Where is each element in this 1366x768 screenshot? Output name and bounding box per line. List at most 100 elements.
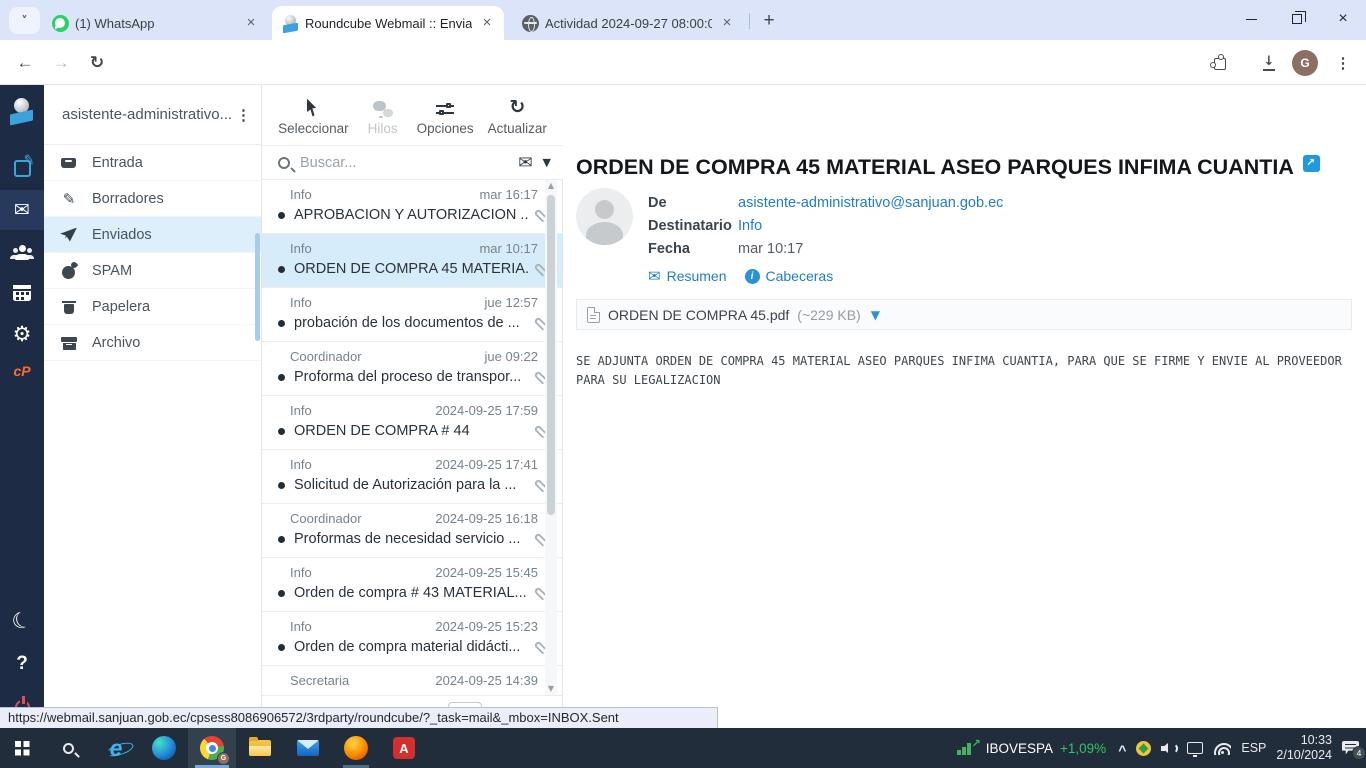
message-list-item[interactable]: Coordinador jue 09:22 Proforma del proce… [262,342,562,396]
volume-icon[interactable] [1161,742,1179,755]
refresh-button[interactable]: ↻ Actualizar [488,95,547,136]
minimize-button[interactable] [1228,0,1274,38]
help-button[interactable]: ? [0,644,44,684]
action-center-button[interactable]: 4 [1342,740,1366,760]
scrollbar-thumb[interactable] [547,195,555,515]
contacts-nav-button[interactable] [0,232,44,272]
taskbar-search-button[interactable] [44,728,92,768]
firefox-button[interactable] [332,728,380,768]
restore-button[interactable] [1274,0,1320,38]
stock-widget[interactable]: ↗ IBOVESPA +1,09% [957,737,1106,756]
back-button[interactable]: ← [12,50,38,76]
file-explorer-button[interactable] [236,728,284,768]
dark-mode-button[interactable]: ☾ [0,602,44,642]
start-button[interactable] [0,728,44,768]
summary-link[interactable]: ✉ Resumen [648,267,727,285]
unread-dot [278,589,285,597]
extensions-button[interactable] [1206,50,1232,76]
tray-expand-icon[interactable]: ^ [1118,742,1126,758]
system-tray: ↗ IBOVESPA +1,09% ^ ESP 10:33 2/10/2024 4 [957,728,1366,768]
message-list-item[interactable]: Info mar 16:17 APROBACION Y AUTORIZACION… [262,180,562,234]
message-sender: Info [290,619,312,634]
select-button[interactable]: Seleccionar [278,95,349,136]
downloads-button[interactable]: ↓ [1256,50,1282,76]
close-tab-icon[interactable]: × [478,14,496,32]
close-window-button[interactable]: × [1320,0,1366,38]
calendar-nav-button[interactable] [0,273,44,313]
tab-whatsapp[interactable]: (1) WhatsApp × [42,6,268,40]
clock[interactable]: 10:33 2/10/2024 [1276,733,1332,763]
tab-search-button[interactable]: ˅ [9,7,40,34]
compose-button[interactable] [0,148,44,188]
new-tab-button[interactable]: + [756,8,782,34]
contacts-icon [10,244,34,260]
internet-explorer-button[interactable]: e [92,728,140,768]
message-list-item[interactable]: Info 2024-09-25 15:45 Orden de compra # … [262,558,562,612]
roundcube-logo-icon[interactable] [0,90,44,130]
message-list-item[interactable]: Info jue 12:57 probación de los document… [262,288,562,342]
display-icon[interactable] [1187,742,1204,757]
threads-button[interactable]: Hilos [363,95,403,136]
chrome-button[interactable]: G [188,728,236,768]
settings-nav-button[interactable]: ⚙ [0,314,44,354]
screen: ˅ (1) WhatsApp × Roundcube Webmail :: En… [0,0,1366,768]
scroll-down-icon[interactable]: ▼ [545,683,557,695]
message-list-item[interactable]: Info 2024-09-25 15:23 Orden de compra ma… [262,612,562,666]
search-options-caret-icon[interactable]: ▼ [543,156,551,169]
attachment-filename[interactable]: ORDEN DE COMPRA 45.pdf [608,307,789,323]
message-list-item[interactable]: Coordinador 2024-09-25 16:18 Proformas d… [262,504,562,558]
edge-button[interactable] [140,728,188,768]
acrobat-button[interactable]: A [380,728,428,768]
cpanel-button[interactable]: cP [0,351,44,391]
headers-link[interactable]: i Cabeceras [744,268,833,284]
message-list-item[interactable]: Info 2024-09-25 17:59 ORDEN DE COMPRA # … [262,396,562,450]
pencil-icon: ✎ [62,189,76,208]
folder-scrollbar-thumb[interactable] [255,233,260,341]
browser-menu-button[interactable]: ⋮ [1330,50,1356,76]
folder-archivo[interactable]: Archivo [44,325,261,361]
folder-papelera[interactable]: Papelera [44,289,261,325]
coin-icon[interactable] [1136,740,1152,756]
mail-icon [297,740,319,756]
message-list-item[interactable]: Info mar 10:17 ORDEN DE COMPRA 45 MATERI… [262,234,562,288]
unread-dot [278,373,285,381]
question-icon: ? [16,653,28,674]
reload-button[interactable]: ↻ [84,50,110,76]
from-address-link[interactable]: asistente-administrativo@sanjuan.gob.ec [738,192,1003,215]
folder-spam[interactable]: SPAM [44,253,261,289]
message-scope-icon[interactable]: ✉ [518,153,532,173]
attachment-menu-caret-icon[interactable]: ▼ [871,308,880,322]
folder-borradores[interactable]: ✎ Borradores [44,181,261,217]
profile-button[interactable]: G [1292,50,1318,76]
folder-enviados[interactable]: Enviados [44,217,261,253]
options-button[interactable]: Opciones [417,95,474,136]
browser-toolbar: ← → ↻ webmail.sanjuan.gob.ec/cpsess80869… [0,40,1366,118]
avatar: G [1292,50,1318,76]
message-list-item[interactable]: Secretaria 2024-09-25 14:39 [262,666,562,695]
close-tab-icon[interactable]: × [242,14,260,32]
message-list-item[interactable]: Info 2024-09-25 17:41 Solicitud de Autor… [262,450,562,504]
scroll-up-icon[interactable]: ▲ [545,180,557,192]
message-subject: Orden de compra material didácti... [294,639,521,655]
close-tab-icon[interactable]: × [718,14,736,32]
message-subject: Proforma del proceso de transpor... [294,369,522,385]
search-icon [62,742,74,754]
to-address-link[interactable]: Info [738,215,762,238]
tab-title: Roundcube Webmail :: Enviados [305,15,472,31]
folder-menu-icon[interactable]: ⋮ [236,106,251,124]
message-headers: De asistente-administrativo@sanjuan.gob.e… [648,192,1003,261]
message-date: 2024-09-25 15:23 [435,619,538,634]
attachment-row[interactable]: ORDEN DE COMPRA 45.pdf (~229 KB) ▼ [576,299,1352,330]
mail-app-button[interactable] [284,728,332,768]
tab-roundcube[interactable]: Roundcube Webmail :: Enviados × [272,6,504,40]
list-scrollbar[interactable]: ▲ ▼ [545,180,557,695]
forward-button[interactable]: → [48,50,74,76]
folder-entrada[interactable]: Entrada [44,145,261,181]
tab-actividad[interactable]: Actividad 2024-09-27 08:00:00 × [512,6,744,40]
search-input[interactable]: Buscar... [300,155,508,171]
mail-nav-button[interactable]: ✉ [0,190,44,230]
message-sender: Coordinador [290,349,362,364]
wifi-icon[interactable] [1213,742,1232,755]
open-in-new-window-icon[interactable] [1302,155,1320,172]
language-indicator[interactable]: ESP [1241,741,1266,755]
